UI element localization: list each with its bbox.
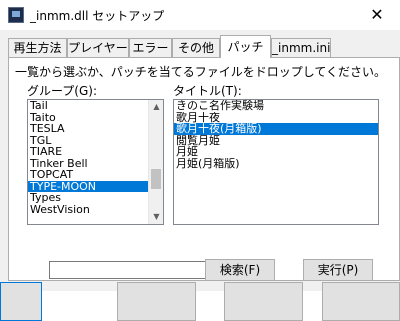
tab-playback-method[interactable]: 再生方法	[8, 38, 67, 57]
bottom-button-1[interactable]	[0, 282, 42, 321]
title-list-item[interactable]: 月姫	[174, 146, 378, 158]
scrollbar-thumb[interactable]	[151, 168, 161, 189]
patch-panel: 一覧から選ぶか、パッチを当てるファイルをドロップしてください。 グループ(G):…	[8, 57, 400, 281]
group-items: Tail Taito TESLA TGL TIARE Tinker Bell TOPCAT T…	[28, 100, 163, 215]
bottom-button-4[interactable]	[322, 282, 400, 321]
scroll-down-arrow-icon[interactable]: ▼	[149, 210, 163, 224]
search-input[interactable]	[49, 261, 207, 279]
scroll-up-arrow-icon[interactable]: ▲	[149, 100, 163, 114]
title-items: きのこ名作実験場 歌月十夜 歌月十夜(月箱版) 閲覧月姫 月姫 月姫(月箱版)	[174, 100, 378, 169]
tab-player[interactable]: プレイヤー	[67, 38, 129, 57]
title-list-item[interactable]: きのこ名作実験場	[174, 100, 378, 112]
tab-error[interactable]: エラー	[129, 38, 172, 57]
group-listbox[interactable]: Tail Taito TESLA TGL TIARE Tinker Bell TOPCAT T…	[27, 99, 164, 225]
title-list-item[interactable]: 歌月十夜(月箱版)	[174, 123, 378, 135]
group-list-item[interactable]: TIARE	[28, 146, 163, 158]
tab-inmm-ini[interactable]: _inmm.ini	[271, 38, 331, 57]
group-scrollbar[interactable]: ▲ ▼	[148, 100, 163, 224]
app-icon	[8, 7, 24, 23]
bottom-button-3[interactable]	[224, 282, 303, 321]
bottom-button-2[interactable]	[117, 282, 196, 321]
group-list-item[interactable]: WestVision	[28, 204, 163, 216]
title-list-item[interactable]: 歌月十夜	[174, 112, 378, 124]
window-title: _inmm.dll セットアップ	[30, 9, 165, 23]
group-list-item[interactable]: TGL	[28, 135, 163, 147]
dialog-body: 再生方法 プレイヤー エラー その他 パッチ _inmm.ini 一覧から選ぶか…	[0, 30, 400, 321]
title-list-item[interactable]: 月姫(月箱版)	[174, 158, 378, 170]
group-list-item[interactable]: TESLA	[28, 123, 163, 135]
search-button[interactable]: 検索(F)	[205, 259, 275, 281]
run-button[interactable]: 実行(P)	[303, 259, 373, 281]
title-label: タイトル(T):	[173, 84, 242, 98]
group-list-item[interactable]: Types	[28, 192, 163, 204]
title-bar: _inmm.dll セットアップ ✕	[0, 0, 400, 30]
instruction-text: 一覧から選ぶか、パッチを当てるファイルをドロップしてください。	[15, 65, 387, 79]
group-label: グループ(G):	[27, 84, 97, 98]
close-button[interactable]: ✕	[354, 0, 400, 30]
title-list-item[interactable]: 閲覧月姫	[174, 135, 378, 147]
title-listbox[interactable]: きのこ名作実験場 歌月十夜 歌月十夜(月箱版) 閲覧月姫 月姫 月姫(月箱版)	[173, 99, 379, 225]
group-list-item[interactable]: TYPE-MOON	[28, 180, 163, 192]
tab-other[interactable]: その他	[172, 38, 220, 57]
group-list-item[interactable]: TOPCAT	[28, 169, 163, 181]
group-list-item[interactable]: Taito	[28, 112, 163, 124]
group-list-item[interactable]: Tinker Bell	[28, 158, 163, 170]
group-list-item[interactable]: Tail	[28, 100, 163, 112]
tab-patch[interactable]: パッチ	[220, 35, 271, 58]
